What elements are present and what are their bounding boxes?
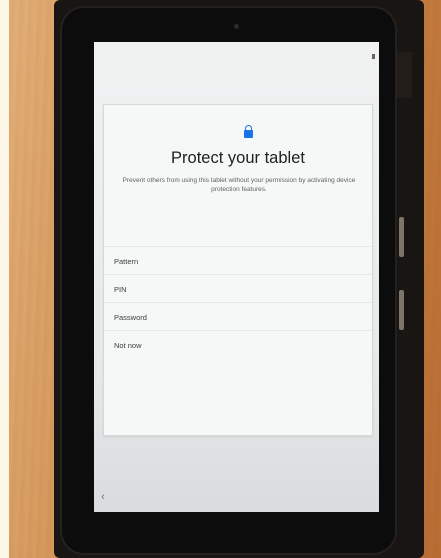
power-button — [399, 290, 404, 330]
option-pin[interactable]: PIN — [104, 274, 372, 303]
lock-icon — [244, 125, 253, 138]
option-label: Not now — [114, 341, 142, 350]
tablet-screen: Protect your tablet Prevent others from … — [94, 42, 379, 512]
case-strap — [396, 52, 412, 98]
option-label: Pattern — [114, 257, 139, 266]
setup-card: Protect your tablet Prevent others from … — [103, 104, 373, 436]
page-title: Protect your tablet — [171, 149, 305, 167]
option-password[interactable]: Password — [104, 302, 372, 331]
photo-background: Protect your tablet Prevent others from … — [9, 0, 441, 558]
back-chevron-icon[interactable]: ‹ — [96, 490, 110, 504]
option-pattern[interactable]: Pattern — [104, 246, 372, 275]
option-not-now[interactable]: Not now — [104, 330, 372, 359]
page-description: Prevent others from using this tablet wi… — [122, 177, 356, 193]
option-label: PIN — [114, 285, 127, 294]
volume-button — [399, 217, 404, 257]
front-camera — [234, 24, 239, 29]
status-indicator — [372, 54, 375, 59]
option-label: Password — [114, 313, 147, 322]
